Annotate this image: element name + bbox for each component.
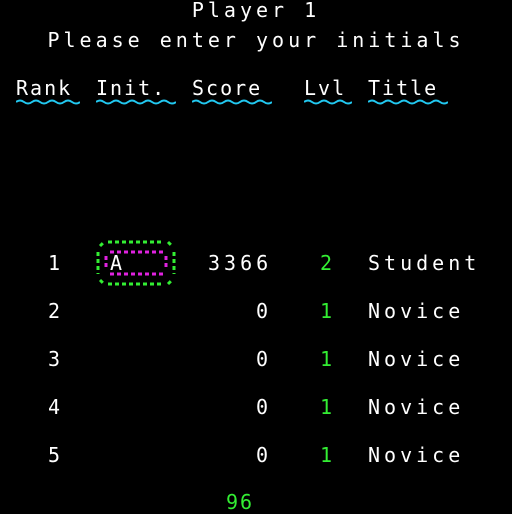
column-header-rank: Rank [16, 76, 73, 100]
title-cell: Novice [368, 299, 465, 323]
title-cell: Student [368, 251, 481, 275]
score-cell: 0 [256, 347, 273, 371]
level-cell: 1 [320, 347, 337, 371]
level-cell: 1 [320, 299, 337, 323]
title-cell: Novice [368, 395, 465, 419]
level-cell: 1 [320, 443, 337, 467]
countdown-timer: 96 [225, 490, 255, 514]
title-cell: Novice [368, 347, 465, 371]
score-cell: 0 [256, 395, 273, 419]
title-cell: Novice [368, 443, 465, 467]
rank-cell: 5 [48, 443, 65, 467]
player-label: Player 1 [191, 0, 321, 22]
column-header-title: Title [368, 76, 439, 100]
column-header-level: Lvl [304, 76, 347, 100]
score-header-underline [192, 99, 272, 105]
score-cell: 0 [256, 299, 273, 323]
score-cell: 0 [256, 443, 273, 467]
enter-initials-prompt: Please enter your initials [47, 28, 465, 52]
rank-cell: 2 [48, 299, 65, 323]
rank-cell: 1 [48, 251, 65, 275]
title-header-underline [368, 99, 448, 105]
level-cell: 1 [320, 395, 337, 419]
score-cell: 3366 [208, 251, 273, 275]
column-header-initials: Init. [96, 76, 167, 100]
initials-header-underline [96, 99, 176, 105]
level-header-underline [304, 99, 352, 105]
rank-cell: 4 [48, 395, 65, 419]
initials-cell-active[interactable]: A [110, 253, 126, 273]
level-cell: 2 [320, 251, 337, 275]
column-header-score: Score [192, 76, 263, 100]
rank-cell: 3 [48, 347, 65, 371]
rank-header-underline [16, 99, 80, 105]
initials-cursor-box[interactable] [94, 238, 178, 288]
